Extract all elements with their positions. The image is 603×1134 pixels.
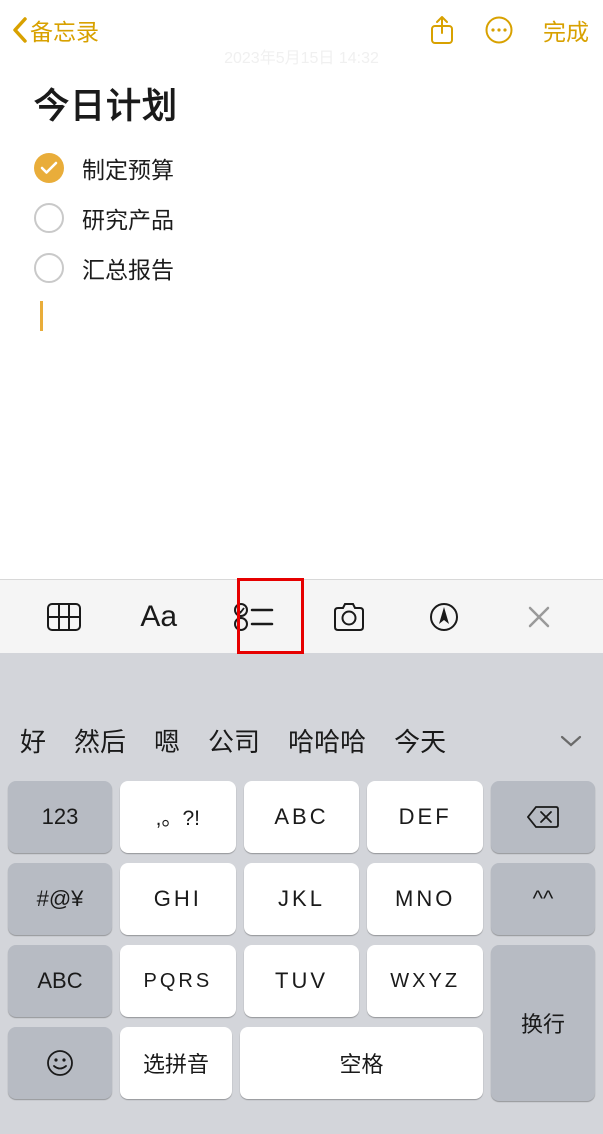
done-button[interactable]: 完成 bbox=[543, 13, 589, 47]
checklist-button[interactable] bbox=[224, 592, 284, 642]
suggestion-items: 好然后嗯公司哈哈哈今天 bbox=[20, 722, 446, 759]
checklist-item[interactable]: 研究产品 bbox=[34, 201, 573, 235]
checklist-item-label: 制定预算 bbox=[82, 151, 174, 185]
checkbox-unchecked-icon[interactable] bbox=[34, 203, 64, 233]
key-abc2[interactable]: ABC bbox=[244, 781, 360, 853]
key-tuv[interactable]: TUV bbox=[244, 945, 360, 1017]
key-backspace[interactable] bbox=[491, 781, 595, 853]
markup-button[interactable] bbox=[414, 592, 474, 642]
text-cursor bbox=[40, 301, 43, 331]
close-toolbar-button[interactable] bbox=[509, 592, 569, 642]
key-123[interactable]: 123 bbox=[8, 781, 112, 853]
key-space[interactable]: 空格 bbox=[240, 1027, 483, 1099]
chevron-left-icon bbox=[12, 17, 28, 43]
suggestion-item[interactable]: 今天 bbox=[394, 722, 446, 759]
checkbox-checked-icon[interactable] bbox=[34, 153, 64, 183]
expand-suggestions-button[interactable] bbox=[555, 725, 587, 757]
key-def[interactable]: DEF bbox=[367, 781, 483, 853]
note-title[interactable]: 今日计划 bbox=[34, 78, 573, 129]
keyboard: 好然后嗯公司哈哈哈今天 123 #@¥ ABC ,。?! bbox=[0, 653, 603, 1134]
checklist-item[interactable]: 制定预算 bbox=[34, 151, 573, 185]
suggestion-item[interactable]: 公司 bbox=[208, 722, 260, 759]
checklist-item[interactable]: 汇总报告 bbox=[34, 251, 573, 285]
key-emoji[interactable] bbox=[8, 1027, 112, 1099]
key-wxyz[interactable]: WXYZ bbox=[367, 945, 483, 1017]
key-abc[interactable]: ABC bbox=[8, 945, 112, 1017]
keyboard-body: 123 #@¥ ABC ,。?! ABC DEF GHI JKL bbox=[0, 781, 603, 1109]
key-caret[interactable]: ^^ bbox=[491, 863, 595, 935]
key-jkl[interactable]: JKL bbox=[244, 863, 360, 935]
key-mno[interactable]: MNO bbox=[367, 863, 483, 935]
navbar: 备忘录 2023年5月15日 14:32 完成 bbox=[0, 0, 603, 60]
back-button[interactable]: 备忘录 bbox=[12, 13, 99, 47]
key-pinyin[interactable]: 选拼音 bbox=[120, 1027, 232, 1099]
note-content[interactable]: 今日计划 制定预算研究产品汇总报告 bbox=[0, 60, 603, 331]
note-timestamp: 2023年5月15日 14:32 bbox=[224, 44, 379, 68]
checklist-item-label: 研究产品 bbox=[82, 201, 174, 235]
key-punct[interactable]: ,。?! bbox=[120, 781, 236, 853]
checkbox-unchecked-icon[interactable] bbox=[34, 253, 64, 283]
key-pqrs[interactable]: PQRS bbox=[120, 945, 236, 1017]
more-icon[interactable] bbox=[485, 16, 513, 44]
suggestion-item[interactable]: 嗯 bbox=[154, 722, 180, 759]
suggestion-item[interactable]: 然后 bbox=[74, 722, 126, 759]
format-toolbar: Aa bbox=[0, 579, 603, 653]
back-label: 备忘录 bbox=[30, 13, 99, 47]
share-icon[interactable] bbox=[429, 15, 455, 45]
checklist-item-label: 汇总报告 bbox=[82, 251, 174, 285]
suggestion-item[interactable]: 哈哈哈 bbox=[288, 722, 366, 759]
camera-button[interactable] bbox=[319, 592, 379, 642]
key-ghi[interactable]: GHI bbox=[120, 863, 236, 935]
suggestion-item[interactable]: 好 bbox=[20, 722, 46, 759]
key-symbols[interactable]: #@¥ bbox=[8, 863, 112, 935]
nav-right: 完成 bbox=[429, 13, 589, 47]
text-style-button[interactable]: Aa bbox=[129, 592, 189, 642]
checklist: 制定预算研究产品汇总报告 bbox=[34, 151, 573, 285]
table-button[interactable] bbox=[34, 592, 94, 642]
suggestion-bar: 好然后嗯公司哈哈哈今天 bbox=[0, 653, 603, 781]
key-enter[interactable]: 换行 bbox=[491, 945, 595, 1101]
